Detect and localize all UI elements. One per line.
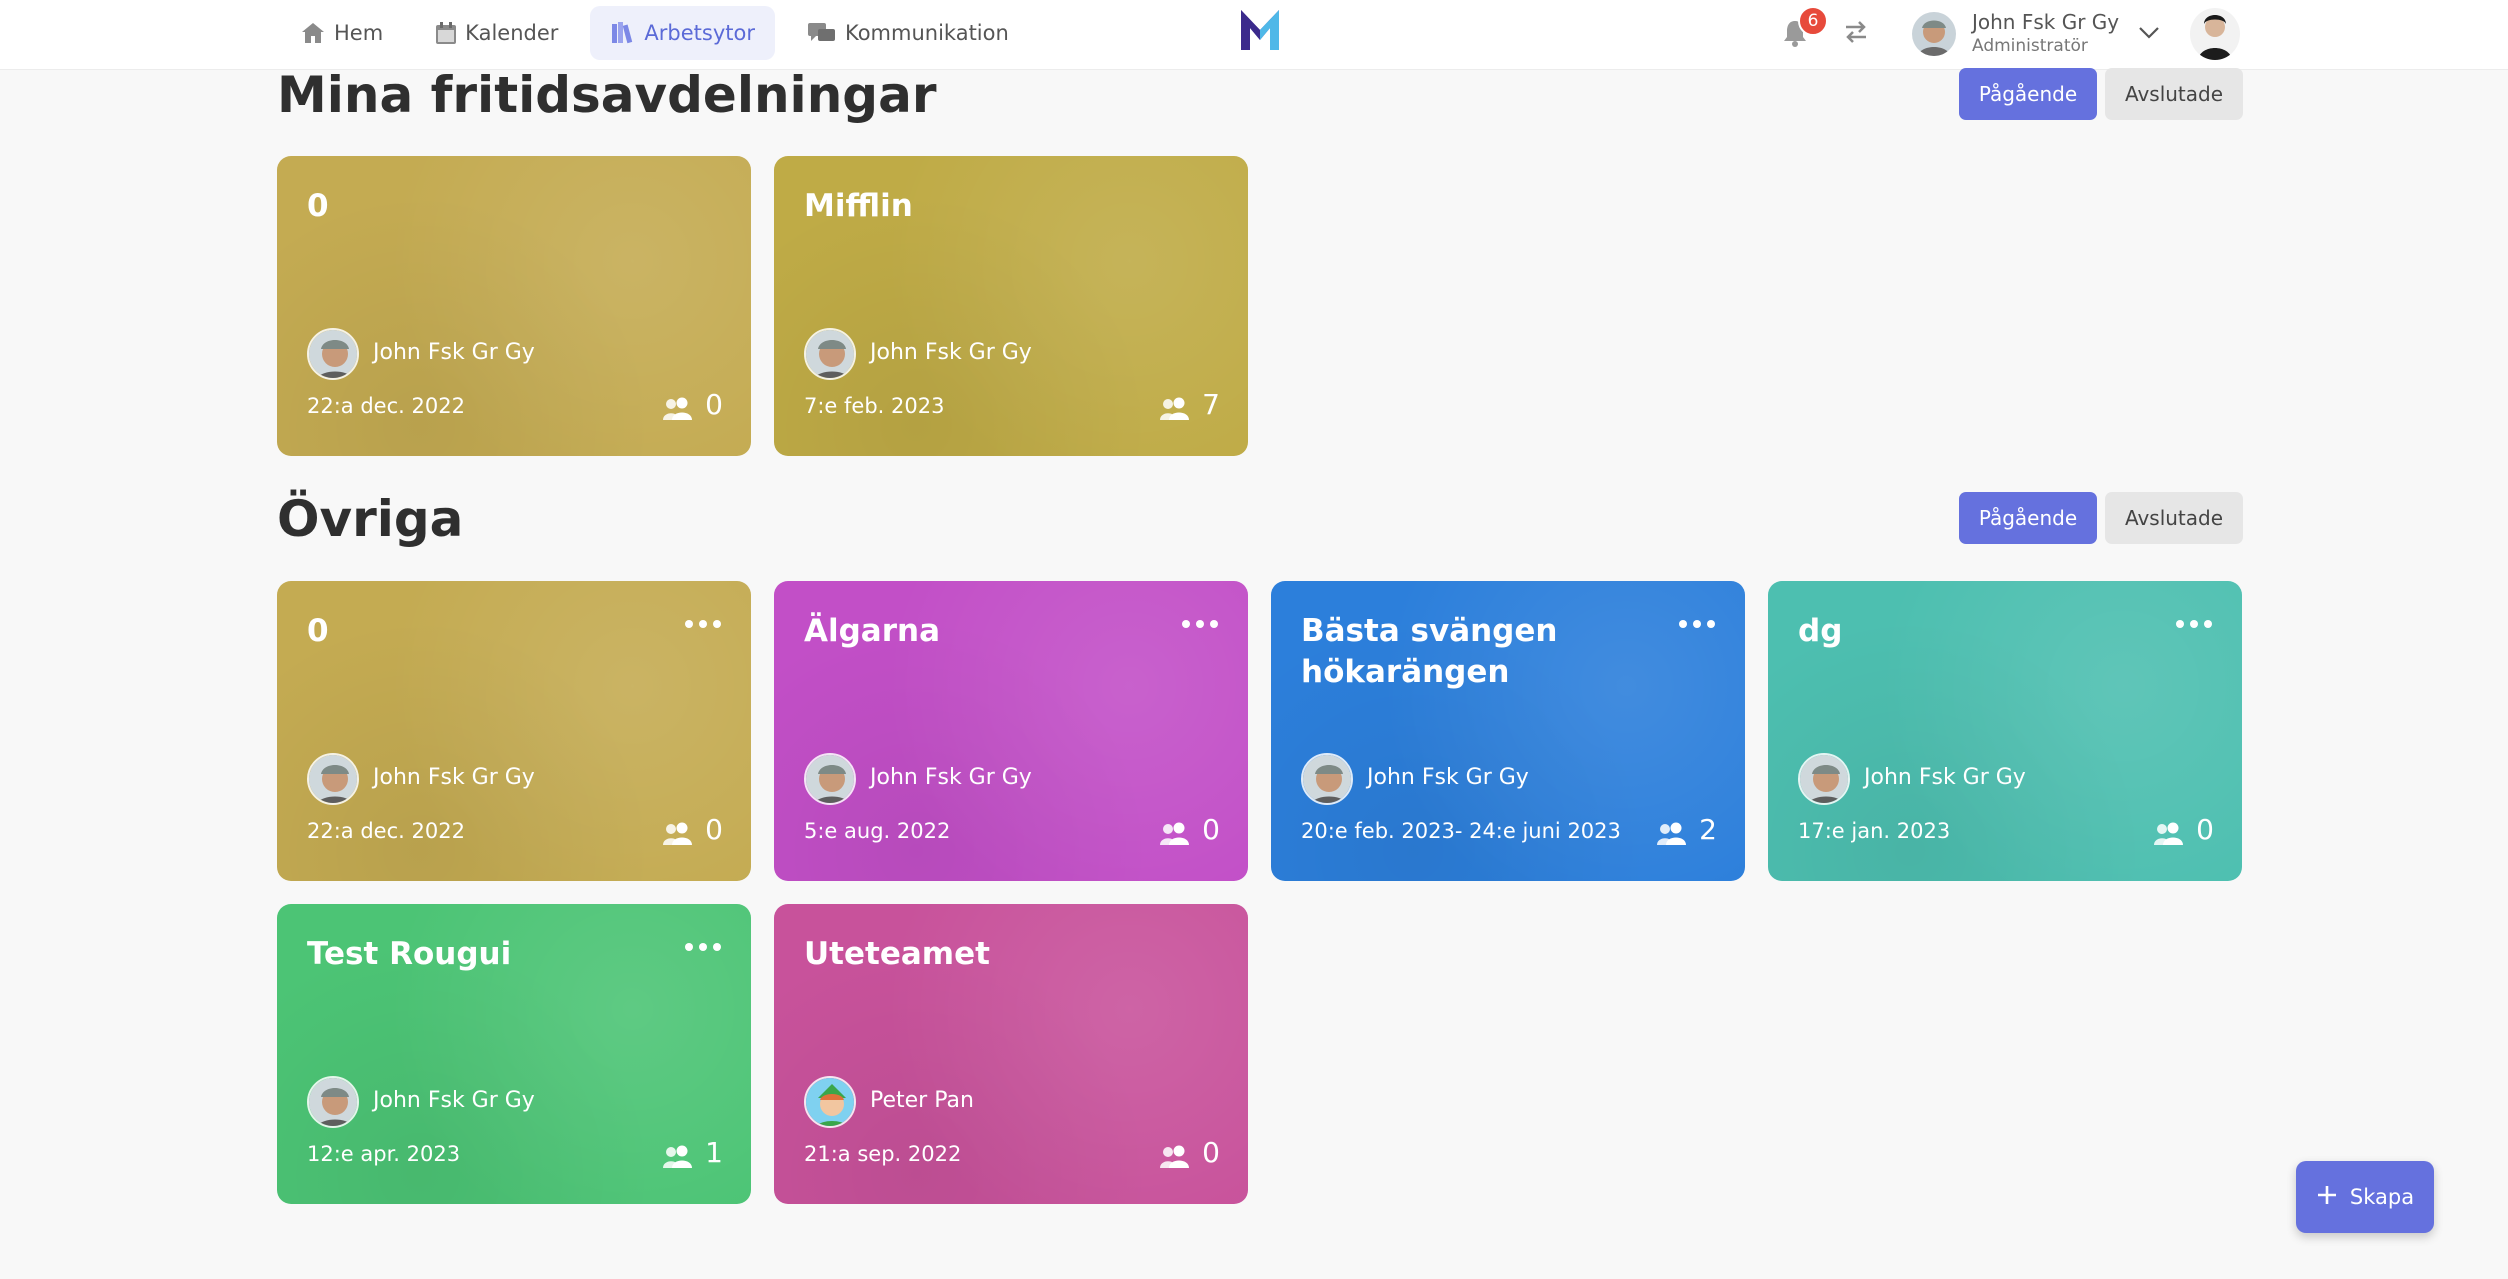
calendar-icon (435, 21, 457, 45)
owner-avatar (804, 1076, 856, 1128)
card-date: 21:a sep. 2022 (804, 1142, 962, 1166)
card-date: 12:e apr. 2023 (307, 1142, 461, 1166)
card-title: Uteteamet (804, 936, 990, 972)
workspace-card[interactable]: Mifflin John Fsk Gr Gy 7:e feb. 2023 7 (774, 156, 1248, 456)
workspace-card[interactable]: Test Rougui John Fsk Gr Gy 12:e apr. 2023 1 (277, 904, 751, 1204)
members-icon (1655, 821, 1687, 847)
workspace-card[interactable]: Älgarna John Fsk Gr Gy 5:e aug. 2022 0 (774, 581, 1248, 881)
profile-picture[interactable] (2190, 8, 2240, 60)
member-count: 0 (705, 813, 723, 846)
members-icon (661, 396, 693, 422)
card-title: 0 (307, 613, 329, 649)
swap-arrows-icon[interactable] (1842, 18, 1870, 46)
user-role: Administratör (1972, 36, 2088, 56)
member-count: 0 (1202, 813, 1220, 846)
member-count: 0 (705, 388, 723, 421)
members-icon (2152, 821, 2184, 847)
owner-name: John Fsk Gr Gy (373, 765, 535, 790)
card-title: Test Rougui (307, 936, 512, 972)
ongoing-button[interactable]: Pågående (1959, 68, 2097, 120)
ongoing-button[interactable]: Pågående (1959, 492, 2097, 544)
owner-name: John Fsk Gr Gy (870, 765, 1032, 790)
owner-name: John Fsk Gr Gy (1367, 765, 1529, 790)
card-date: 20:e feb. 2023- 24:e juni 2023 (1301, 819, 1621, 843)
nav-label: Kommunikation (844, 21, 1009, 45)
card-title: 0 (307, 188, 329, 224)
member-count: 2 (1699, 813, 1717, 846)
card-date: 22:a dec. 2022 (307, 819, 465, 843)
filter-toggle-other: Pågående Avslutade (1959, 492, 2243, 544)
workspace-card[interactable]: Bästa svängen hökarängen John Fsk Gr Gy 20… (1271, 581, 1745, 881)
owner-name: John Fsk Gr Gy (1864, 765, 2026, 790)
notification-badge: 6 (1798, 6, 1828, 36)
user-avatar[interactable] (1912, 12, 1956, 56)
member-count: 0 (1202, 1136, 1220, 1169)
card-date: 5:e aug. 2022 (804, 819, 951, 843)
member-count: 7 (1202, 388, 1220, 421)
owner-avatar (307, 753, 359, 805)
owner-name: John Fsk Gr Gy (373, 340, 535, 365)
plus-icon (2316, 1184, 2338, 1211)
card-title: dg (1798, 613, 1843, 649)
app-logo[interactable] (1238, 6, 1282, 52)
finished-button[interactable]: Avslutade (2105, 492, 2243, 544)
nav-item-kommunikation[interactable]: Kommunikation (787, 6, 1029, 60)
member-count: 0 (2196, 813, 2214, 846)
owner-name: John Fsk Gr Gy (373, 1088, 535, 1113)
card-title: Mifflin (804, 188, 913, 224)
workspace-card[interactable]: 0 John Fsk Gr Gy 22:a dec. 2022 0 (277, 156, 751, 456)
members-icon (661, 821, 693, 847)
card-title: Älgarna (804, 613, 941, 649)
card-date: 7:e feb. 2023 (804, 394, 945, 418)
owner-avatar (307, 1076, 359, 1128)
filter-toggle-mine: Pågående Avslutade (1959, 68, 2243, 120)
workspace-card[interactable]: 0 John Fsk Gr Gy 22:a dec. 2022 0 (277, 581, 751, 881)
card-date: 17:e jan. 2023 (1798, 819, 1951, 843)
members-icon (1158, 821, 1190, 847)
create-label: Skapa (2349, 1185, 2415, 1209)
owner-avatar (1301, 753, 1353, 805)
owner-name: John Fsk Gr Gy (870, 340, 1032, 365)
section-title-mine: Mina fritidsavdelningar (277, 66, 937, 124)
main-nav: Hem Kalender Arbetsytor Kommunikation (280, 6, 1041, 60)
home-icon (300, 21, 326, 45)
user-name[interactable]: John Fsk Gr Gy (1972, 10, 2119, 34)
owner-avatar (1798, 753, 1850, 805)
finished-button[interactable]: Avslutade (2105, 68, 2243, 120)
nav-item-arbetsytor[interactable]: Arbetsytor (590, 6, 775, 60)
more-options-icon[interactable] (685, 617, 721, 631)
books-icon (610, 21, 636, 45)
workspace-card[interactable]: Uteteamet Peter Pan 21:a sep. 2022 0 (774, 904, 1248, 1204)
top-navbar: Hem Kalender Arbetsytor Kommunikation 6 … (0, 0, 2508, 70)
card-title: Bästa svängen hökarängen (1301, 613, 1558, 690)
nav-item-hem[interactable]: Hem (280, 6, 403, 60)
owner-avatar (804, 753, 856, 805)
owner-name: Peter Pan (870, 1088, 974, 1113)
create-button[interactable]: Skapa (2296, 1161, 2434, 1233)
chat-icon (807, 21, 837, 45)
members-icon (1158, 1144, 1190, 1170)
chevron-down-icon[interactable] (2136, 22, 2162, 42)
more-options-icon[interactable] (1679, 617, 1715, 631)
more-options-icon[interactable] (1182, 617, 1218, 631)
nav-label: Arbetsytor (644, 21, 755, 45)
card-date: 22:a dec. 2022 (307, 394, 465, 418)
members-icon (1158, 396, 1190, 422)
more-options-icon[interactable] (685, 940, 721, 954)
member-count: 1 (705, 1136, 723, 1169)
owner-avatar (307, 328, 359, 380)
nav-label: Hem (334, 21, 384, 45)
section-title-other: Övriga (277, 490, 464, 548)
nav-label: Kalender (465, 21, 559, 45)
members-icon (661, 1144, 693, 1170)
workspace-card[interactable]: dg John Fsk Gr Gy 17:e jan. 2023 0 (1768, 581, 2242, 881)
more-options-icon[interactable] (2176, 617, 2212, 631)
owner-avatar (804, 328, 856, 380)
nav-item-kalender[interactable]: Kalender (415, 6, 578, 60)
